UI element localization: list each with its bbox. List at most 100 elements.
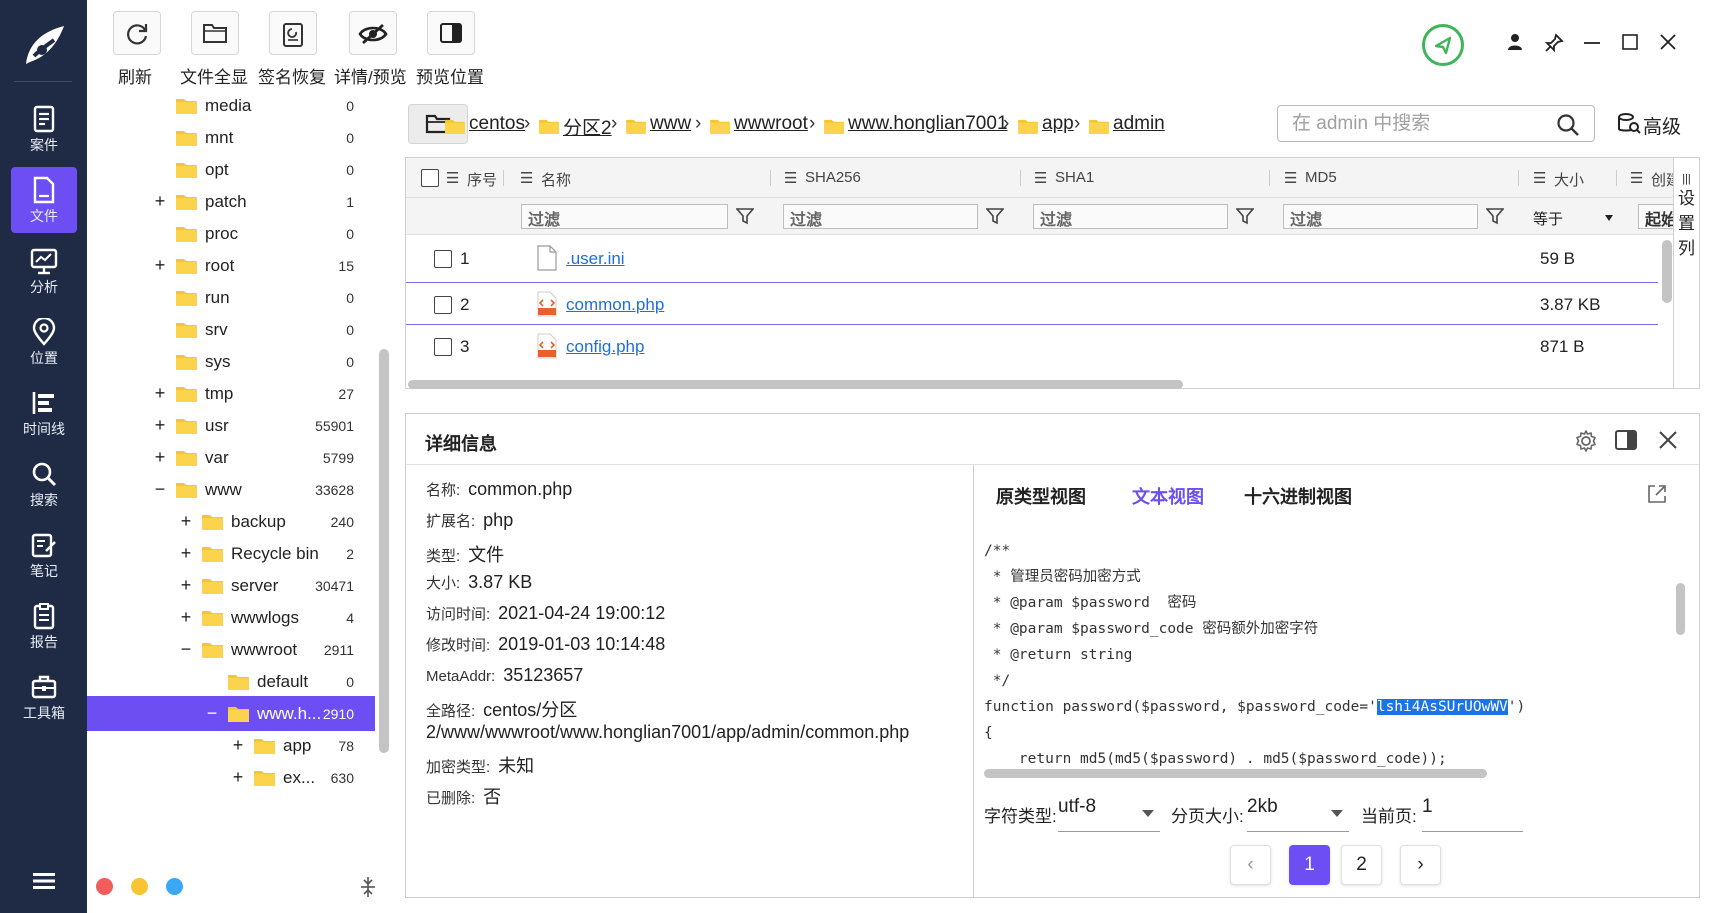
sig-restore-button[interactable] [269, 11, 317, 55]
filter-icon[interactable] [1236, 207, 1254, 225]
nav-toolbox[interactable]: 工具箱 [11, 664, 77, 730]
tree-item[interactable]: media 0 [87, 96, 375, 123]
breadcrumb-item[interactable]: www [650, 113, 691, 135]
collapse-icon[interactable]: − [179, 632, 193, 667]
refresh-button[interactable] [113, 11, 161, 55]
preview-pos-button[interactable] [427, 11, 475, 55]
set-columns-button[interactable]: ||| 设 置 列 [1673, 158, 1699, 388]
open-external-icon[interactable] [1646, 483, 1668, 505]
red-dot[interactable] [96, 878, 113, 895]
tree-item[interactable]: + tmp 27 [87, 376, 375, 411]
panel-right-icon[interactable] [1614, 429, 1638, 451]
advanced-search-button[interactable]: 高级 [1643, 112, 1681, 139]
tree-item[interactable]: mnt 0 [87, 120, 375, 155]
next-page-button[interactable]: › [1400, 845, 1441, 885]
row-checkbox[interactable] [434, 296, 452, 314]
collapse-icon[interactable]: − [205, 696, 219, 731]
tree-item[interactable]: + patch 1 [87, 184, 375, 219]
tree-item[interactable]: + ex... 630 [87, 760, 375, 795]
expand-icon[interactable]: + [231, 760, 245, 795]
filter-icon[interactable] [736, 207, 754, 225]
nav-location[interactable]: 位置 [11, 309, 77, 375]
blue-dot[interactable] [166, 878, 183, 895]
name-header-menu-icon[interactable]: ☰ [520, 169, 533, 187]
code-vertical-scrollbar[interactable] [1676, 583, 1685, 635]
nav-timeline[interactable]: 时间线 [11, 380, 77, 446]
nav-search[interactable]: 搜索 [11, 451, 77, 517]
tree-item[interactable]: default 0 [87, 664, 375, 699]
close-window-icon[interactable] [1659, 33, 1677, 51]
page-2-button[interactable]: 2 [1341, 845, 1382, 885]
close-icon[interactable] [1658, 430, 1678, 450]
filter-icon[interactable] [986, 207, 1004, 225]
breadcrumb-item[interactable]: app [1042, 113, 1074, 135]
md5-header[interactable]: MD5 [1305, 169, 1337, 186]
nav-analysis[interactable]: 分析 [11, 238, 77, 304]
maximize-icon[interactable] [1621, 33, 1639, 51]
tree-item[interactable]: + backup 240 [87, 504, 375, 539]
detail-preview-button[interactable] [349, 11, 397, 55]
md5-filter-input[interactable]: 过滤 [1283, 204, 1478, 229]
tree-item[interactable]: opt 0 [87, 152, 375, 187]
chevron-down-icon[interactable] [1605, 215, 1613, 221]
select-all-checkbox[interactable] [421, 169, 439, 187]
status-pin-button[interactable] [1422, 24, 1464, 66]
nav-notes[interactable]: 笔记 [11, 522, 77, 588]
sha256-header-menu-icon[interactable]: ☰ [784, 169, 797, 187]
expand-icon[interactable]: + [153, 376, 167, 411]
tab-hex-view[interactable]: 十六进制视图 [1244, 483, 1352, 509]
nav-file[interactable]: 文件 [11, 167, 77, 233]
tree-item[interactable]: + root 15 [87, 248, 375, 283]
file-all-button[interactable] [191, 11, 239, 55]
sha256-filter-input[interactable]: 过滤 [783, 204, 978, 229]
tree-item[interactable]: + app 78 [87, 728, 375, 763]
file-name-link[interactable]: .user.ini [566, 249, 625, 269]
seq-header[interactable]: 序号 [467, 169, 497, 190]
sha1-header-menu-icon[interactable]: ☰ [1034, 169, 1047, 187]
nav-case[interactable]: 案件 [11, 96, 77, 162]
breadcrumb-item[interactable]: wwwroot [734, 113, 808, 135]
pagesize-select[interactable]: 2kb [1247, 796, 1349, 832]
breadcrumb-item[interactable]: 分区2 [563, 113, 612, 140]
col-divider[interactable] [503, 170, 504, 186]
col-divider[interactable] [1269, 170, 1270, 186]
table-vertical-scrollbar[interactable] [1662, 240, 1672, 303]
search-box[interactable] [1277, 105, 1595, 142]
tree-scrollbar[interactable] [379, 349, 389, 753]
search-input[interactable] [1292, 113, 1542, 135]
table-row[interactable]: 2 common.php 3.87 KB [406, 282, 1658, 325]
expand-icon[interactable]: + [153, 440, 167, 475]
code-horizontal-scrollbar[interactable] [984, 769, 1487, 778]
sha1-filter-input[interactable]: 过滤 [1033, 204, 1228, 229]
col-divider[interactable] [1616, 170, 1617, 186]
tree-item[interactable]: + server 30471 [87, 568, 375, 603]
expand-icon[interactable]: + [153, 184, 167, 219]
expand-icon[interactable]: + [179, 536, 193, 571]
col-divider[interactable] [1020, 170, 1021, 186]
text-view-content[interactable]: /** * 管理员密码加密方式 * @param $password 密码 * … [984, 538, 1525, 772]
user-icon[interactable] [1507, 33, 1523, 51]
tree-item[interactable]: + var 5799 [87, 440, 375, 475]
col-divider[interactable] [1518, 170, 1519, 186]
gear-icon[interactable] [1574, 429, 1598, 453]
tree-item[interactable]: + usr 55901 [87, 408, 375, 443]
tree-item[interactable]: run 0 [87, 280, 375, 315]
breadcrumb-item[interactable]: admin [1113, 113, 1165, 135]
tree-item[interactable]: proc 0 [87, 216, 375, 251]
collapse-icon[interactable]: − [153, 472, 167, 507]
menu-icon[interactable] [33, 872, 55, 890]
tree-item[interactable]: srv 0 [87, 312, 375, 347]
table-horizontal-scrollbar[interactable] [408, 380, 1183, 389]
page-1-button[interactable]: 1 [1289, 845, 1330, 885]
tab-text-view[interactable]: 文本视图 [1132, 483, 1204, 509]
expand-icon[interactable]: + [153, 408, 167, 443]
file-name-link[interactable]: common.php [566, 295, 664, 315]
col-divider[interactable] [770, 170, 771, 186]
tree-item[interactable]: + wwwlogs 4 [87, 600, 375, 635]
tree-item[interactable]: sys 0 [87, 344, 375, 379]
tree-item[interactable]: + Recycle bin 2 [87, 536, 375, 571]
tree-item[interactable]: − www.h... 2910 [87, 696, 375, 731]
tree-item[interactable]: − www 33628 [87, 472, 375, 507]
expand-icon[interactable]: + [179, 568, 193, 603]
table-row[interactable]: 3 config.php 871 B [406, 325, 1658, 368]
